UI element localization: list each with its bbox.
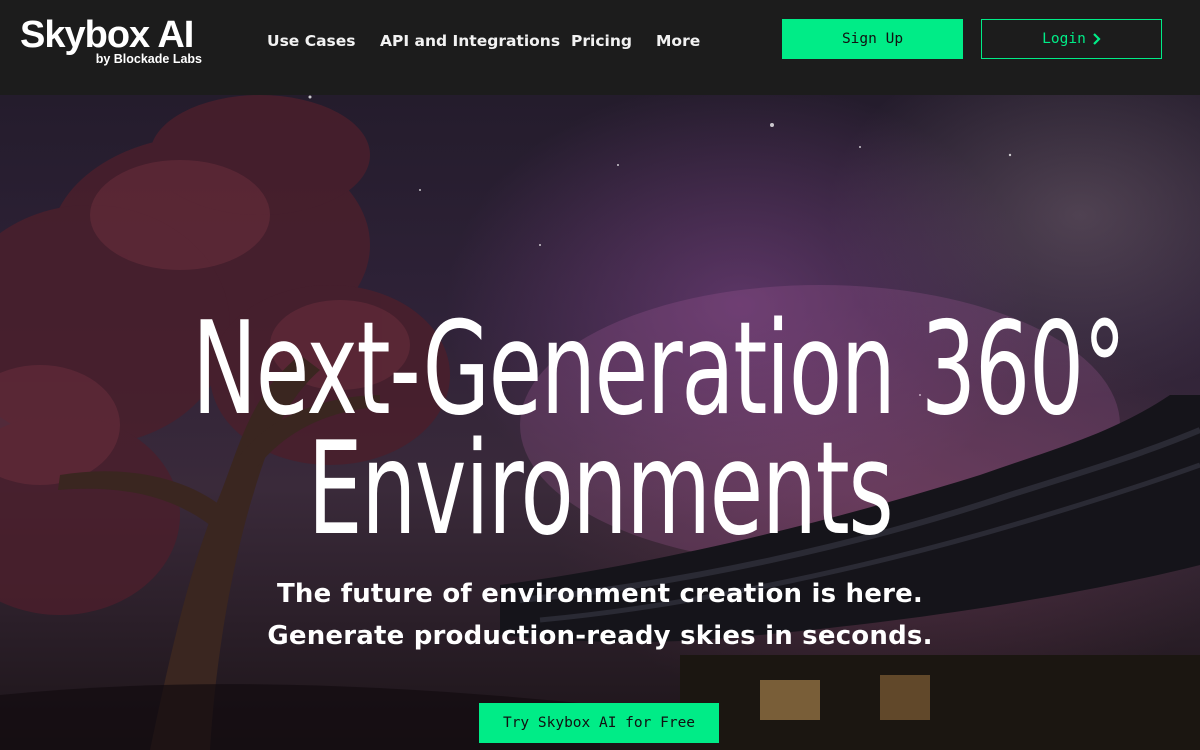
hero-subtitle-line-1: The future of environment creation is he… [276, 579, 924, 609]
nav-more[interactable]: More [656, 30, 700, 52]
login-label: Login [1042, 31, 1086, 47]
try-skybox-free-label: Try Skybox AI for Free [502, 715, 696, 731]
logo-subtitle: by Blockade Labs [95, 52, 202, 66]
chevron-right-icon [1093, 33, 1101, 45]
login-button[interactable]: Login [981, 19, 1162, 59]
top-navbar: Skybox AI by Blockade Labs Use Cases API… [0, 0, 1200, 95]
hero-headline-line-1: Next-Generation 360° [192, 295, 1126, 444]
try-skybox-free-button[interactable]: Try Skybox AI for Free [479, 703, 719, 743]
nav-use-cases[interactable]: Use Cases [267, 30, 356, 52]
nav-pricing[interactable]: Pricing [571, 30, 632, 52]
nav-api-integrations[interactable]: API and Integrations [380, 30, 560, 52]
sign-up-label: Sign Up [841, 31, 904, 47]
skybox-logo[interactable]: Skybox AI by Blockade Labs [20, 14, 210, 70]
sign-up-button[interactable]: Sign Up [782, 19, 963, 59]
hero-subtitle-line-2: Generate production-ready skies in secon… [267, 621, 933, 651]
logo-title: Skybox AI [20, 14, 194, 56]
hero-headline-line-2: Environments [307, 415, 894, 564]
